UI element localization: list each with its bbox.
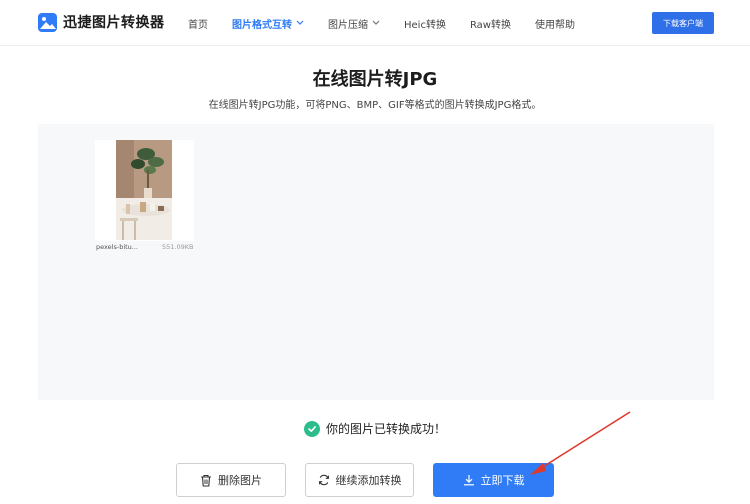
page-subtitle: 在线图片转JPG功能，可将PNG、BMP、GIF等格式的图片转换成JPG格式。 [208, 100, 542, 111]
file-name: pexels-bitu... [96, 243, 138, 251]
nav-heic-label: Heic转换 [404, 19, 446, 31]
file-workspace: pexels-bitu... 551.09KB [38, 124, 714, 400]
nav-format-convert[interactable]: 图片格式互转 [232, 16, 304, 31]
success-message: 你的图片已转换成功！ [0, 420, 750, 437]
nav-raw-label: Raw转换 [469, 19, 511, 31]
nav-format-convert-label: 图片格式互转 [232, 19, 292, 31]
logo-text: 迅捷图片转换器 [63, 15, 165, 31]
nav-heic[interactable]: Heic转换 [404, 16, 446, 31]
download-icon [463, 475, 474, 486]
nav-home[interactable]: 首页 [188, 16, 208, 31]
nav-help[interactable]: 使用帮助 [535, 16, 575, 31]
file-size: 551.09KB [162, 243, 194, 251]
download-now-label: 立即下载 [480, 474, 525, 487]
nav-help-label: 使用帮助 [535, 19, 575, 31]
main-nav: 首页 图片格式互转 图片压缩 Heic转换 Raw转换 使用帮助 [188, 0, 599, 46]
nav-raw[interactable]: Raw转换 [470, 16, 511, 31]
refresh-icon [318, 474, 329, 486]
download-now-button[interactable]: 立即下载 [433, 463, 554, 497]
top-header: 迅捷图片转换器 首页 图片格式互转 图片压缩 Heic转换 Raw转换 使用帮助… [0, 0, 750, 46]
delete-image-button[interactable]: 删除图片 [176, 463, 286, 497]
chevron-down-icon [372, 20, 380, 25]
logo[interactable]: 迅捷图片转换器 [38, 12, 165, 32]
download-client-button[interactable]: 下载客户端 [652, 12, 714, 34]
file-thumbnail-image [116, 140, 172, 240]
success-text: 你的图片已转换成功！ [325, 422, 446, 436]
check-circle-icon [303, 420, 320, 437]
nav-compress[interactable]: 图片压缩 [328, 16, 380, 31]
nav-compress-label: 图片压缩 [328, 19, 368, 31]
continue-add-label: 继续添加转换 [335, 474, 402, 487]
logo-icon [38, 12, 57, 32]
nav-home-label: 首页 [188, 19, 208, 31]
chevron-down-icon [296, 20, 304, 25]
trash-icon [201, 474, 211, 487]
page-title: 在线图片转JPG [312, 69, 438, 90]
delete-image-label: 删除图片 [218, 474, 262, 487]
file-thumbnail-card[interactable] [95, 140, 194, 241]
continue-add-button[interactable]: 继续添加转换 [305, 463, 414, 497]
